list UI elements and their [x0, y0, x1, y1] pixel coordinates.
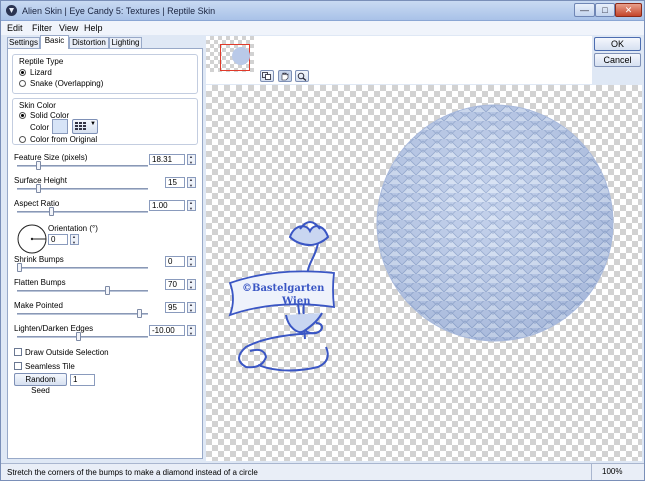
make-pointed-spinner[interactable]	[187, 302, 196, 313]
shrink-bumps-spinner[interactable]	[187, 256, 196, 267]
feature-size-spinner[interactable]	[187, 154, 196, 165]
cancel-button[interactable]: Cancel	[594, 53, 641, 67]
tab-strip: Settings Basic Distortion Lighting	[7, 35, 203, 49]
random-seed-button[interactable]: Random Seed	[14, 373, 67, 395]
zoom-level: 100%	[591, 463, 644, 480]
minimize-button[interactable]: —	[574, 3, 595, 17]
tab-basic[interactable]: Basic	[40, 35, 69, 49]
lighten-darken-input[interactable]: -10.00	[149, 325, 185, 336]
draw-outside-label: Draw Outside Selection	[25, 348, 109, 357]
solid-color-radio[interactable]	[19, 112, 26, 119]
alien-skin-logo-icon	[6, 5, 17, 16]
aspect-ratio-input[interactable]: 1.00	[149, 200, 185, 211]
preview-render	[228, 104, 614, 372]
aspect-ratio-slider-thumb[interactable]	[48, 207, 54, 216]
basic-tab-content: Reptile Type Lizard Snake (Overlapping) …	[7, 48, 203, 459]
color-from-original-radio[interactable]	[19, 136, 26, 143]
title-bar: Alien Skin | Eye Candy 5: Textures | Rep…	[1, 1, 644, 21]
shrink-bumps-input[interactable]: 0	[165, 256, 185, 267]
lighten-darken-label: Lighten/Darken Edges	[14, 324, 94, 333]
color-picker-button[interactable]: ▼	[72, 119, 98, 134]
hand-tool-button[interactable]	[278, 70, 292, 82]
surface-height-slider-thumb[interactable]	[35, 184, 41, 193]
aspect-ratio-spinner[interactable]	[187, 200, 196, 211]
reptile-type-title: Reptile Type	[19, 57, 64, 66]
flatten-bumps-input[interactable]: 70	[165, 279, 185, 290]
flatten-bumps-slider[interactable]	[17, 290, 148, 292]
watermark-line2: Wien	[282, 296, 311, 307]
controls-panel: Settings Basic Distortion Lighting Repti…	[7, 35, 203, 459]
app-window: Alien Skin | Eye Candy 5: Textures | Rep…	[0, 0, 645, 481]
menu-filter[interactable]: Filter	[32, 23, 52, 33]
reptile-skin-circle	[376, 104, 614, 342]
surface-height-input[interactable]: 15	[165, 177, 185, 188]
lizard-label: Lizard	[30, 68, 52, 77]
seamless-tile-checkbox[interactable]	[14, 362, 22, 370]
maximize-button[interactable]: □	[595, 3, 615, 17]
shrink-bumps-slider-thumb[interactable]	[17, 263, 22, 272]
navigator-circle-preview	[232, 47, 250, 65]
menu-help[interactable]: Help	[84, 23, 103, 33]
orientation-dial[interactable]	[16, 223, 48, 255]
color-from-original-label: Color from Original	[30, 135, 98, 144]
feature-size-input[interactable]: 18.31	[149, 154, 185, 165]
menu-edit[interactable]: Edit	[7, 23, 23, 33]
aspect-ratio-slider[interactable]	[17, 211, 148, 213]
skin-color-group: Skin Color Solid Color Color ▼ Color fro…	[12, 98, 198, 145]
draw-outside-checkbox[interactable]	[14, 348, 22, 356]
make-pointed-input[interactable]: 95	[165, 302, 185, 313]
watermark-line1: ©Bastelgarten	[242, 283, 325, 294]
make-pointed-slider-thumb[interactable]	[136, 309, 142, 318]
lighten-darken-slider-thumb[interactable]	[76, 332, 82, 341]
lighten-darken-spinner[interactable]	[187, 325, 196, 336]
navigator-thumbnail[interactable]	[206, 36, 254, 72]
magnifier-icon	[297, 72, 307, 81]
color-swatch[interactable]	[52, 119, 68, 134]
flatten-bumps-slider-thumb[interactable]	[105, 286, 111, 295]
shrink-bumps-slider[interactable]	[17, 267, 148, 269]
make-pointed-label: Make Pointed	[14, 301, 63, 310]
snake-label: Snake (Overlapping)	[30, 79, 104, 88]
flatten-bumps-spinner[interactable]	[187, 279, 196, 290]
preview-toolbar	[206, 36, 592, 84]
orientation-input[interactable]: 0	[48, 234, 68, 245]
feature-size-label: Feature Size (pixels)	[14, 153, 88, 162]
compare-icon	[262, 72, 271, 80]
reptile-type-group: Reptile Type Lizard Snake (Overlapping)	[12, 54, 198, 94]
seamless-tile-label: Seamless Tile	[25, 362, 75, 371]
snake-radio[interactable]	[19, 80, 26, 87]
random-seed-input[interactable]: 1	[70, 374, 95, 386]
surface-height-spinner[interactable]	[187, 177, 196, 188]
preview-canvas[interactable]: ©Bastelgarten Wien	[206, 85, 642, 461]
palette-grid-icon	[75, 122, 86, 130]
preview-compare-button[interactable]	[260, 70, 274, 82]
make-pointed-slider[interactable]	[17, 313, 148, 315]
status-bar: Stretch the corners of the bumps to make…	[1, 463, 644, 480]
close-button[interactable]: ✕	[615, 3, 642, 17]
status-text: Stretch the corners of the bumps to make…	[7, 468, 258, 477]
chevron-down-icon: ▼	[90, 121, 96, 127]
lighten-darken-slider[interactable]	[17, 336, 148, 338]
flatten-bumps-label: Flatten Bumps	[14, 278, 66, 287]
skin-color-title: Skin Color	[19, 101, 56, 110]
color-label: Color	[30, 123, 50, 132]
ok-button[interactable]: OK	[594, 37, 641, 51]
window-title: Alien Skin | Eye Candy 5: Textures | Rep…	[22, 6, 216, 16]
zoom-tool-button[interactable]	[295, 70, 309, 82]
menu-bar: Edit Filter View Help	[1, 21, 644, 35]
lizard-radio[interactable]	[19, 69, 26, 76]
orientation-label: Orientation (°)	[48, 224, 98, 233]
menu-view[interactable]: View	[59, 23, 78, 33]
feature-size-slider-thumb[interactable]	[35, 161, 41, 170]
hand-icon	[281, 72, 289, 81]
orientation-spinner[interactable]	[70, 234, 79, 245]
